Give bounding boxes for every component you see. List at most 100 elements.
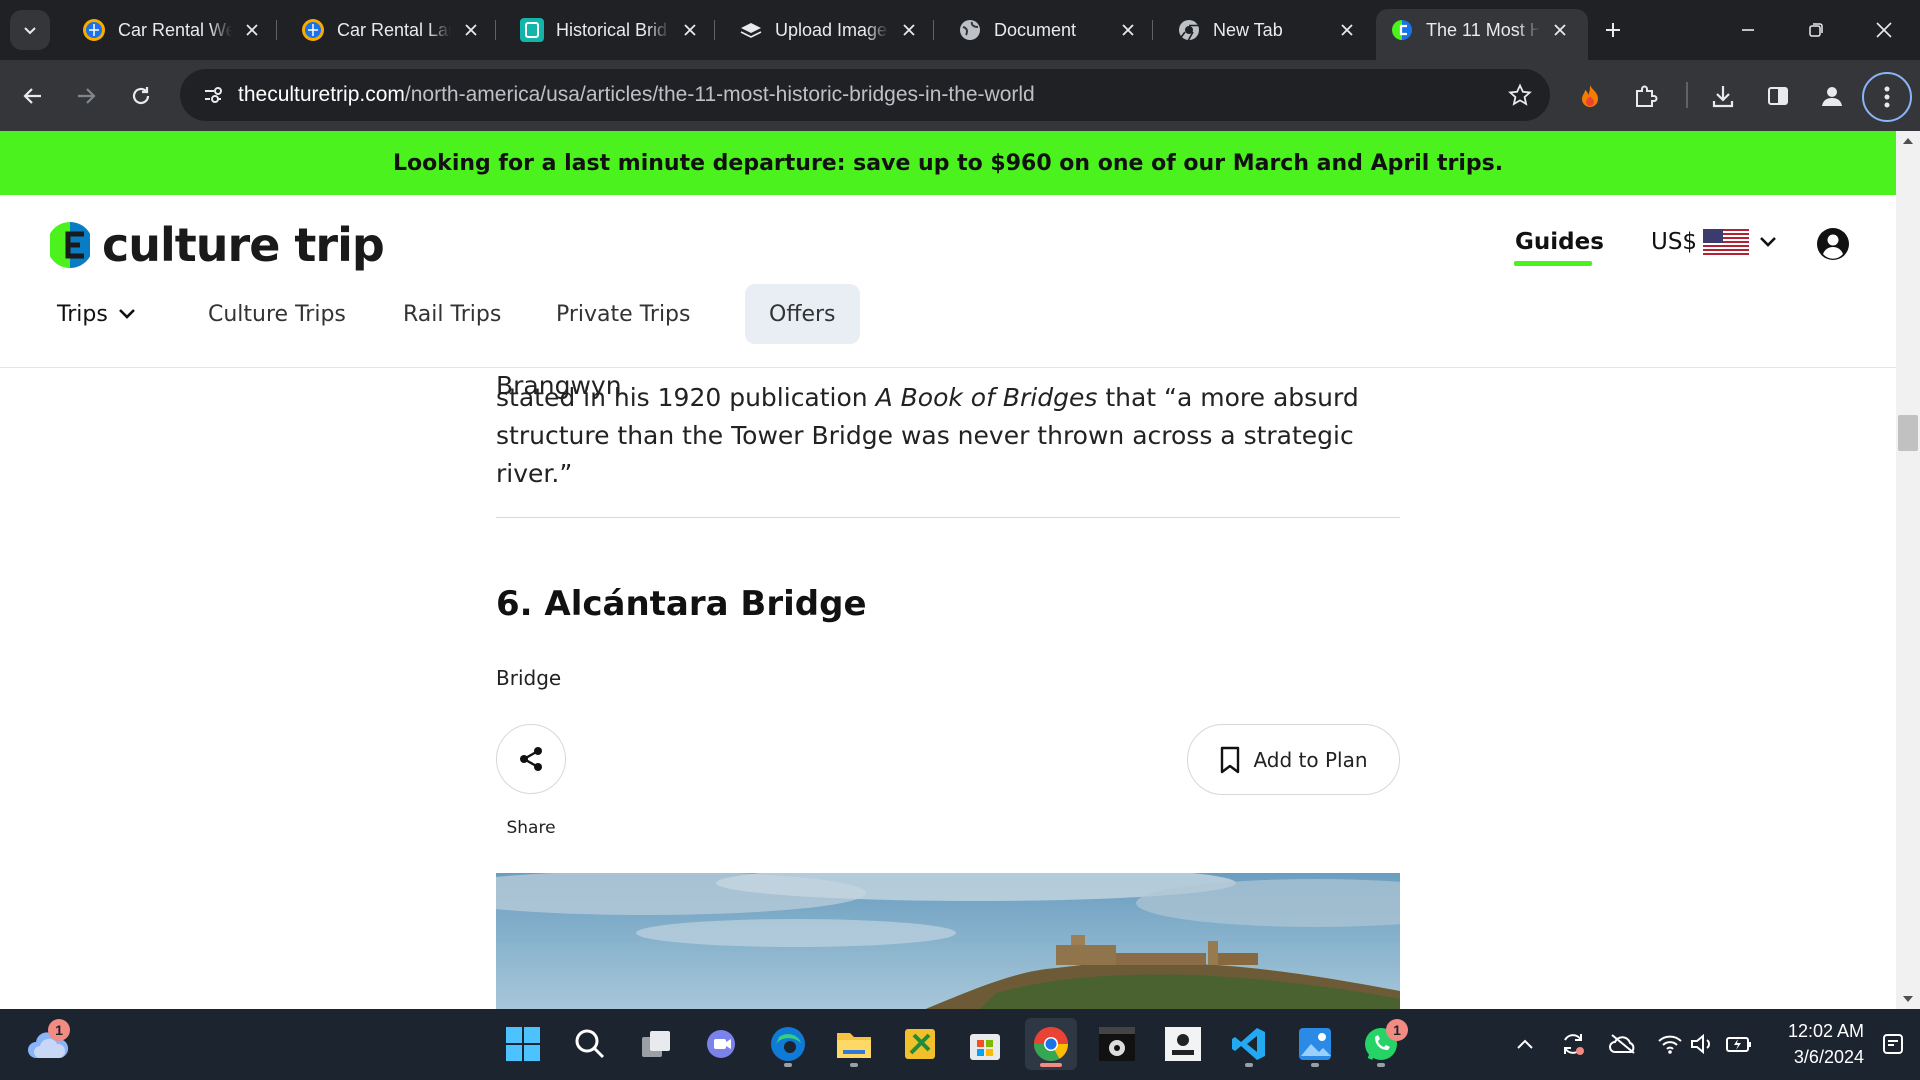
browser-tab[interactable]: Historical Brid: [506, 9, 718, 51]
store-icon: [970, 1034, 1000, 1060]
task-view-button[interactable]: [631, 1018, 683, 1070]
extension-fire-button[interactable]: [1571, 77, 1609, 115]
download-icon: [1712, 86, 1734, 108]
close-icon[interactable]: [678, 18, 702, 42]
tray-sync[interactable]: [1554, 1024, 1592, 1064]
new-tab-button[interactable]: [1597, 14, 1629, 46]
globe-icon: [958, 18, 982, 42]
scroll-up-icon[interactable]: [1896, 131, 1920, 151]
sync-icon: [1564, 1034, 1584, 1055]
nav-culture-trips[interactable]: Culture Trips: [208, 284, 346, 344]
address-bar[interactable]: theculturetrip.com/north-america/usa/art…: [180, 69, 1550, 121]
site-header: culture trip Guides US$ Trips Culture Tr…: [0, 195, 1896, 368]
taskbar-file-explorer[interactable]: [828, 1018, 880, 1070]
taskbar-app-tools[interactable]: [894, 1018, 946, 1070]
document-d-icon: [520, 18, 544, 42]
tray-volume[interactable]: [1683, 1024, 1721, 1064]
side-panel-button[interactable]: [1759, 77, 1797, 115]
restore-button[interactable]: [1782, 0, 1850, 60]
show-hidden-icons[interactable]: [1506, 1024, 1544, 1064]
close-icon[interactable]: [1116, 18, 1140, 42]
extensions-button[interactable]: [1627, 77, 1665, 115]
start-button[interactable]: [497, 1018, 549, 1070]
game-icon: [1165, 1027, 1201, 1061]
close-icon[interactable]: [240, 18, 264, 42]
battery-charging-icon: [1726, 1037, 1751, 1052]
tab-separator: [276, 20, 277, 40]
arrow-right-icon: [78, 88, 96, 104]
more-vertical-icon: [1884, 86, 1890, 108]
taskbar-search[interactable]: [564, 1018, 616, 1070]
browser-tab[interactable]: Car Rental Lar: [287, 9, 499, 51]
site-logo[interactable]: culture trip: [50, 218, 385, 272]
browser-tab[interactable]: New Tab: [1163, 9, 1375, 51]
close-icon[interactable]: [1548, 18, 1572, 42]
add-to-plan-label: Add to Plan: [1253, 747, 1368, 772]
page-scrollbar[interactable]: [1896, 131, 1920, 1009]
nav-rail-trips[interactable]: Rail Trips: [403, 284, 501, 344]
promo-banner[interactable]: Looking for a last minute departure: sav…: [0, 131, 1896, 195]
browser-tab[interactable]: Upload Image: [725, 9, 937, 51]
guides-link[interactable]: Guides: [1515, 229, 1604, 255]
promo-text: Looking for a last minute departure: sav…: [392, 150, 1504, 176]
taskbar-fifa[interactable]: [1157, 1018, 1209, 1070]
share-button[interactable]: [496, 724, 566, 794]
nav-private-trips[interactable]: Private Trips: [556, 284, 690, 344]
downloads-button[interactable]: [1704, 77, 1742, 115]
paragraph-text: stated in his 1920 publication: [496, 383, 876, 412]
browser-tab-active[interactable]: The 11 Most H: [1376, 9, 1588, 60]
browser-tab[interactable]: Document: [944, 9, 1156, 51]
close-icon[interactable]: [459, 18, 483, 42]
close-icon[interactable]: [897, 18, 921, 42]
share-label: Share: [506, 818, 556, 838]
site-info-button[interactable]: [188, 69, 238, 121]
category-label: Bridge: [496, 666, 562, 690]
back-button[interactable]: [14, 77, 52, 115]
tab-search-button[interactable]: [10, 10, 50, 50]
vscode-icon: [1232, 1028, 1265, 1060]
speaker-icon: [1691, 1033, 1710, 1055]
nav-offers[interactable]: Offers: [745, 284, 860, 344]
article-paragraph-line: stated in his 1920 publication A Book of…: [496, 379, 1400, 417]
taskbar-edge[interactable]: [762, 1018, 814, 1070]
culture-trip-icon: [1390, 18, 1414, 42]
reload-button[interactable]: [122, 77, 160, 115]
bookmark-star-button[interactable]: [1496, 71, 1544, 119]
tab-separator: [1152, 20, 1153, 40]
taskbar-meet[interactable]: [697, 1018, 749, 1070]
photos-icon: [1299, 1028, 1331, 1060]
profile-button[interactable]: [1813, 77, 1851, 115]
notification-badge: 1: [48, 1019, 70, 1041]
tray-battery[interactable]: [1720, 1024, 1758, 1064]
reload-icon: [132, 87, 150, 105]
nav-trips[interactable]: Trips: [57, 284, 136, 344]
close-window-button[interactable]: [1850, 0, 1918, 60]
close-icon[interactable]: [1335, 18, 1359, 42]
tray-onedrive[interactable]: [1604, 1024, 1642, 1064]
taskbar-store[interactable]: [959, 1018, 1011, 1070]
forward-button[interactable]: [67, 77, 105, 115]
notification-center[interactable]: [1874, 1024, 1912, 1064]
scroll-down-icon[interactable]: [1896, 989, 1920, 1009]
chrome-menu-button[interactable]: [1862, 72, 1912, 122]
tune-icon: [205, 87, 222, 103]
tab-separator: [495, 20, 496, 40]
account-icon[interactable]: [1816, 227, 1850, 261]
taskbar-chrome[interactable]: [1025, 1018, 1077, 1070]
scrollbar-thumb[interactable]: [1898, 415, 1918, 451]
taskbar-vscode[interactable]: [1223, 1018, 1275, 1070]
currency-selector[interactable]: US$: [1651, 229, 1777, 255]
system-clock[interactable]: 12:02 AM 3/6/2024: [1764, 1018, 1864, 1070]
culture-trip-logo-icon: [50, 222, 90, 268]
url-text[interactable]: theculturetrip.com/north-america/usa/art…: [238, 83, 1496, 107]
page-viewport: landmarks, it wasn’t always so loved — i…: [0, 131, 1920, 1009]
clock-time: 12:02 AM: [1787, 1021, 1864, 1041]
add-to-plan-button[interactable]: Add to Plan: [1187, 724, 1400, 795]
taskbar-pes[interactable]: [1091, 1018, 1143, 1070]
minimize-button[interactable]: [1714, 0, 1782, 60]
browser-tab[interactable]: Car Rental We: [68, 9, 280, 51]
running-indicator: [1377, 1063, 1385, 1067]
taskbar-photos[interactable]: [1289, 1018, 1341, 1070]
tab-title: The 11 Most H: [1426, 19, 1540, 40]
landscape-image: [496, 873, 1400, 1009]
